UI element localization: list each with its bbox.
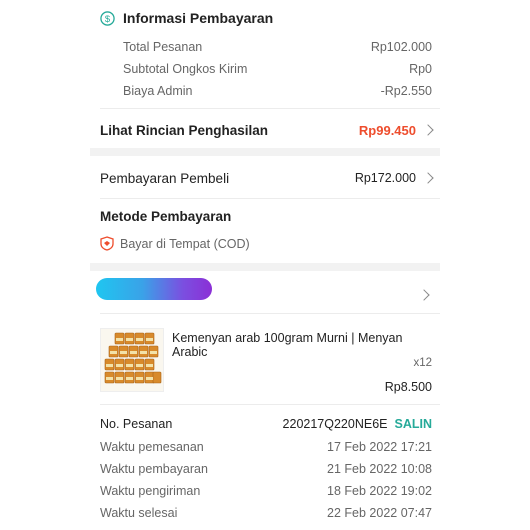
product-quantity: x12 (413, 357, 432, 369)
payment-line-value: -Rp2.550 (380, 84, 432, 98)
order-time-value: 21 Feb 2022 10:08 (327, 462, 432, 476)
dollar-circle-icon: $ (100, 10, 115, 26)
divider (100, 198, 440, 199)
payment-line: Biaya Admin -Rp2.550 (123, 84, 432, 98)
payment-method-option: Bayar di Tempat (COD) (100, 236, 250, 251)
order-time-row: Waktu selesai 22 Feb 2022 07:47 (100, 506, 432, 520)
divider (100, 404, 440, 405)
section-separator (90, 263, 440, 271)
order-time-row: Waktu pembayaran 21 Feb 2022 10:08 (100, 462, 432, 476)
divider (100, 108, 440, 109)
payment-info-header: $ Informasi Pembayaran (100, 10, 273, 26)
order-time-label: Waktu pembayaran (100, 462, 208, 476)
payment-line: Total Pesanan Rp102.000 (123, 40, 432, 54)
product-thumbnail (100, 328, 164, 392)
buyer-payment-row[interactable]: Pembayaran Pembeli Rp172.000 (100, 168, 434, 188)
income-label: Lihat Rincian Penghasilan (100, 122, 269, 138)
order-time-label: Waktu pengiriman (100, 484, 201, 498)
payment-line-value: Rp0 (409, 62, 432, 76)
product-name[interactable]: Kemenyan arab 100gram Murni | Menyan Ara… (172, 331, 434, 359)
shop-name-redacted (96, 278, 212, 300)
order-time-row: Waktu pengiriman 18 Feb 2022 19:02 (100, 484, 432, 498)
section-separator (90, 148, 440, 156)
income-value: Rp99.450 (358, 122, 416, 138)
payment-method-title-text: Metode Pembayaran (100, 209, 232, 224)
order-time-label: Waktu selesai (100, 506, 178, 520)
copy-order-number-button[interactable]: SALIN (395, 417, 433, 431)
order-time-value: 22 Feb 2022 07:47 (327, 506, 432, 520)
payment-line-value: Rp102.000 (370, 40, 432, 54)
payment-line: Subtotal Ongkos Kirim Rp0 (123, 62, 432, 76)
order-number-row: No. Pesanan 220217Q220NE6E SALIN (100, 417, 432, 431)
payment-method-title: Metode Pembayaran (100, 208, 231, 226)
divider (100, 313, 440, 314)
payment-line-label: Total Pesanan (123, 40, 203, 54)
income-detail-row[interactable]: Lihat Rincian Penghasilan Rp99.450 (100, 120, 434, 140)
svg-text:$: $ (105, 13, 111, 23)
product-image (104, 332, 162, 384)
order-number-value: 220217Q220NE6E (282, 417, 388, 431)
order-time-row: Waktu pemesanan 17 Feb 2022 17:21 (100, 440, 432, 454)
payment-line-label: Biaya Admin (123, 84, 193, 98)
shop-row-chevron[interactable] (412, 286, 430, 304)
chevron-right-icon (418, 289, 430, 301)
shield-cod-icon (100, 236, 114, 251)
order-time-value: 18 Feb 2022 19:02 (327, 484, 432, 498)
buyer-payment-label: Pembayaran Pembeli (100, 170, 230, 186)
order-time-label: Waktu pemesanan (100, 440, 204, 454)
product-price: Rp8.500 (384, 380, 432, 394)
order-number-label: No. Pesanan (100, 417, 173, 431)
payment-method-label: Bayar di Tempat (COD) (120, 236, 250, 251)
payment-line-label: Subtotal Ongkos Kirim (123, 62, 248, 76)
order-detail-panel: $ Informasi Pembayaran Total Pesanan Rp1… (90, 0, 440, 530)
order-time-value: 17 Feb 2022 17:21 (327, 440, 432, 454)
chevron-right-icon (422, 172, 434, 184)
payment-info-title: Informasi Pembayaran (123, 10, 274, 26)
buyer-payment-value: Rp172.000 (354, 171, 416, 185)
chevron-right-icon (422, 124, 434, 136)
